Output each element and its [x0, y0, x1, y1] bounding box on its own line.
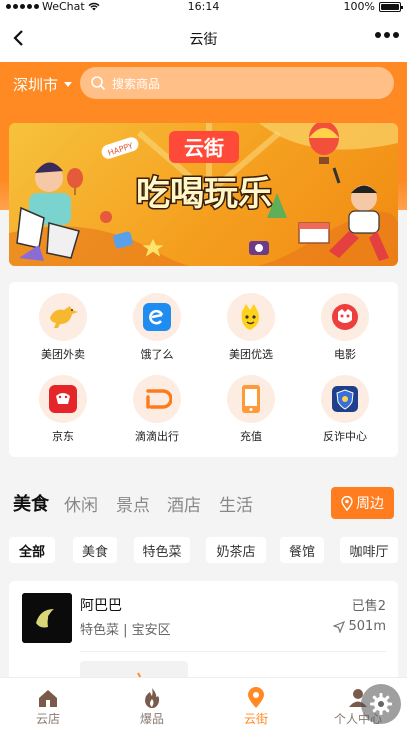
page-title: 云街	[189, 32, 218, 48]
promo-banner[interactable]: 云街 HAPPY 吃喝玩乐	[9, 123, 398, 266]
banner-illustration: 云街 HAPPY 吃喝玩乐	[9, 123, 398, 266]
service-label: 反诈中心	[323, 430, 367, 443]
navigation-arrow-icon	[332, 620, 345, 633]
phone-recharge-icon	[227, 375, 275, 423]
service-didi[interactable]: 滴滴出行	[117, 375, 197, 445]
chip-all[interactable]: 全部	[9, 537, 55, 563]
service-jd[interactable]: 京东	[23, 375, 103, 445]
service-meituan-youxuan[interactable]: 美团优选	[211, 293, 291, 363]
tab-bar-label: 云店	[35, 712, 60, 726]
movie-icon	[321, 293, 369, 341]
nearby-label: 周边	[356, 496, 384, 512]
search-icon	[91, 76, 106, 91]
store-distance: 501m	[332, 619, 386, 634]
more-menu-button[interactable]	[375, 32, 399, 38]
battery-icon	[379, 1, 403, 12]
battery-percent: 100%	[343, 0, 375, 13]
service-label: 电影	[334, 348, 356, 361]
city-label: 深圳市	[13, 75, 59, 94]
service-label: 滴滴出行	[135, 430, 179, 443]
banner-brand-text: 云街	[184, 136, 224, 160]
flame-icon	[145, 688, 160, 709]
kangaroo-icon	[39, 293, 87, 341]
service-recharge[interactable]: 充值	[211, 375, 291, 445]
search-placeholder: 搜索商品	[112, 76, 161, 91]
bottom-tab-bar: 云店 爆品 云街 个人中心	[0, 677, 407, 732]
store-district: 宝安区	[131, 623, 171, 638]
tab-scenic[interactable]: 景点	[116, 491, 150, 516]
service-eleme[interactable]: 饿了么	[117, 293, 197, 363]
chip-specialty[interactable]: 特色菜	[134, 537, 190, 563]
location-pin-icon	[248, 687, 264, 708]
store-name: 阿巴巴	[80, 598, 122, 614]
nearby-button[interactable]: 周边	[331, 487, 394, 519]
store-thumbnail	[22, 593, 72, 643]
store-meta: 特色菜 | 宝安区	[80, 623, 171, 638]
nav-bar: 云街	[0, 14, 407, 62]
gear-icon	[370, 693, 392, 715]
service-label: 充值	[240, 430, 262, 443]
chip-milk-tea[interactable]: 奶茶店	[206, 537, 266, 563]
service-meituan-waimai[interactable]: 美团外卖	[23, 293, 103, 363]
status-bar: WeChat 16:14 100%	[0, 0, 407, 14]
service-grid: 美团外卖 饿了么 美团优选 电影 京东 滴滴出行 充值 反诈中心	[9, 282, 398, 457]
subcategory-chips: 全部 美食 特色菜 奶茶店 餐馆 咖啡厅	[0, 537, 407, 565]
jd-icon	[39, 375, 87, 423]
tab-bar-cloud-store[interactable]: 云店	[8, 686, 88, 727]
tab-bar-cloud-street[interactable]: 云街	[216, 686, 296, 727]
tab-bar-hot[interactable]: 爆品	[112, 686, 192, 727]
search-input[interactable]: 搜索商品	[80, 67, 394, 99]
tab-leisure[interactable]: 休闲	[64, 491, 98, 516]
chip-cafe[interactable]: 咖啡厅	[340, 537, 398, 563]
eleme-icon	[133, 293, 181, 341]
tab-bar-label: 云街	[243, 712, 268, 726]
tab-life[interactable]: 生活	[219, 491, 253, 516]
tab-food[interactable]: 美食	[13, 490, 49, 516]
banner-slogan-text: 吃喝玩乐	[136, 174, 272, 214]
service-anti-fraud[interactable]: 反诈中心	[305, 375, 385, 445]
house-icon	[39, 690, 57, 707]
anti-fraud-shield-icon	[321, 375, 369, 423]
tab-hotel[interactable]: 酒店	[167, 491, 201, 516]
caret-down-icon	[64, 81, 73, 87]
chip-restaurant[interactable]: 餐馆	[280, 537, 324, 563]
service-label: 美团优选	[229, 348, 273, 361]
location-pin-icon	[341, 495, 353, 511]
meituan-youxuan-icon	[227, 293, 275, 341]
tab-bar-label: 爆品	[139, 712, 164, 726]
floating-settings-button[interactable]	[361, 684, 401, 724]
city-selector[interactable]: 深圳市	[13, 74, 73, 94]
store-category: 特色菜	[80, 623, 120, 638]
service-movie[interactable]: 电影	[305, 293, 385, 363]
service-label: 京东	[52, 430, 74, 443]
service-label: 美团外卖	[41, 348, 85, 361]
store-distance-value: 501m	[348, 619, 386, 634]
didi-icon	[133, 375, 181, 423]
divider	[80, 651, 386, 652]
chip-food[interactable]: 美食	[73, 537, 117, 563]
service-label: 饿了么	[140, 348, 174, 361]
store-sold-count: 已售2	[351, 599, 386, 614]
